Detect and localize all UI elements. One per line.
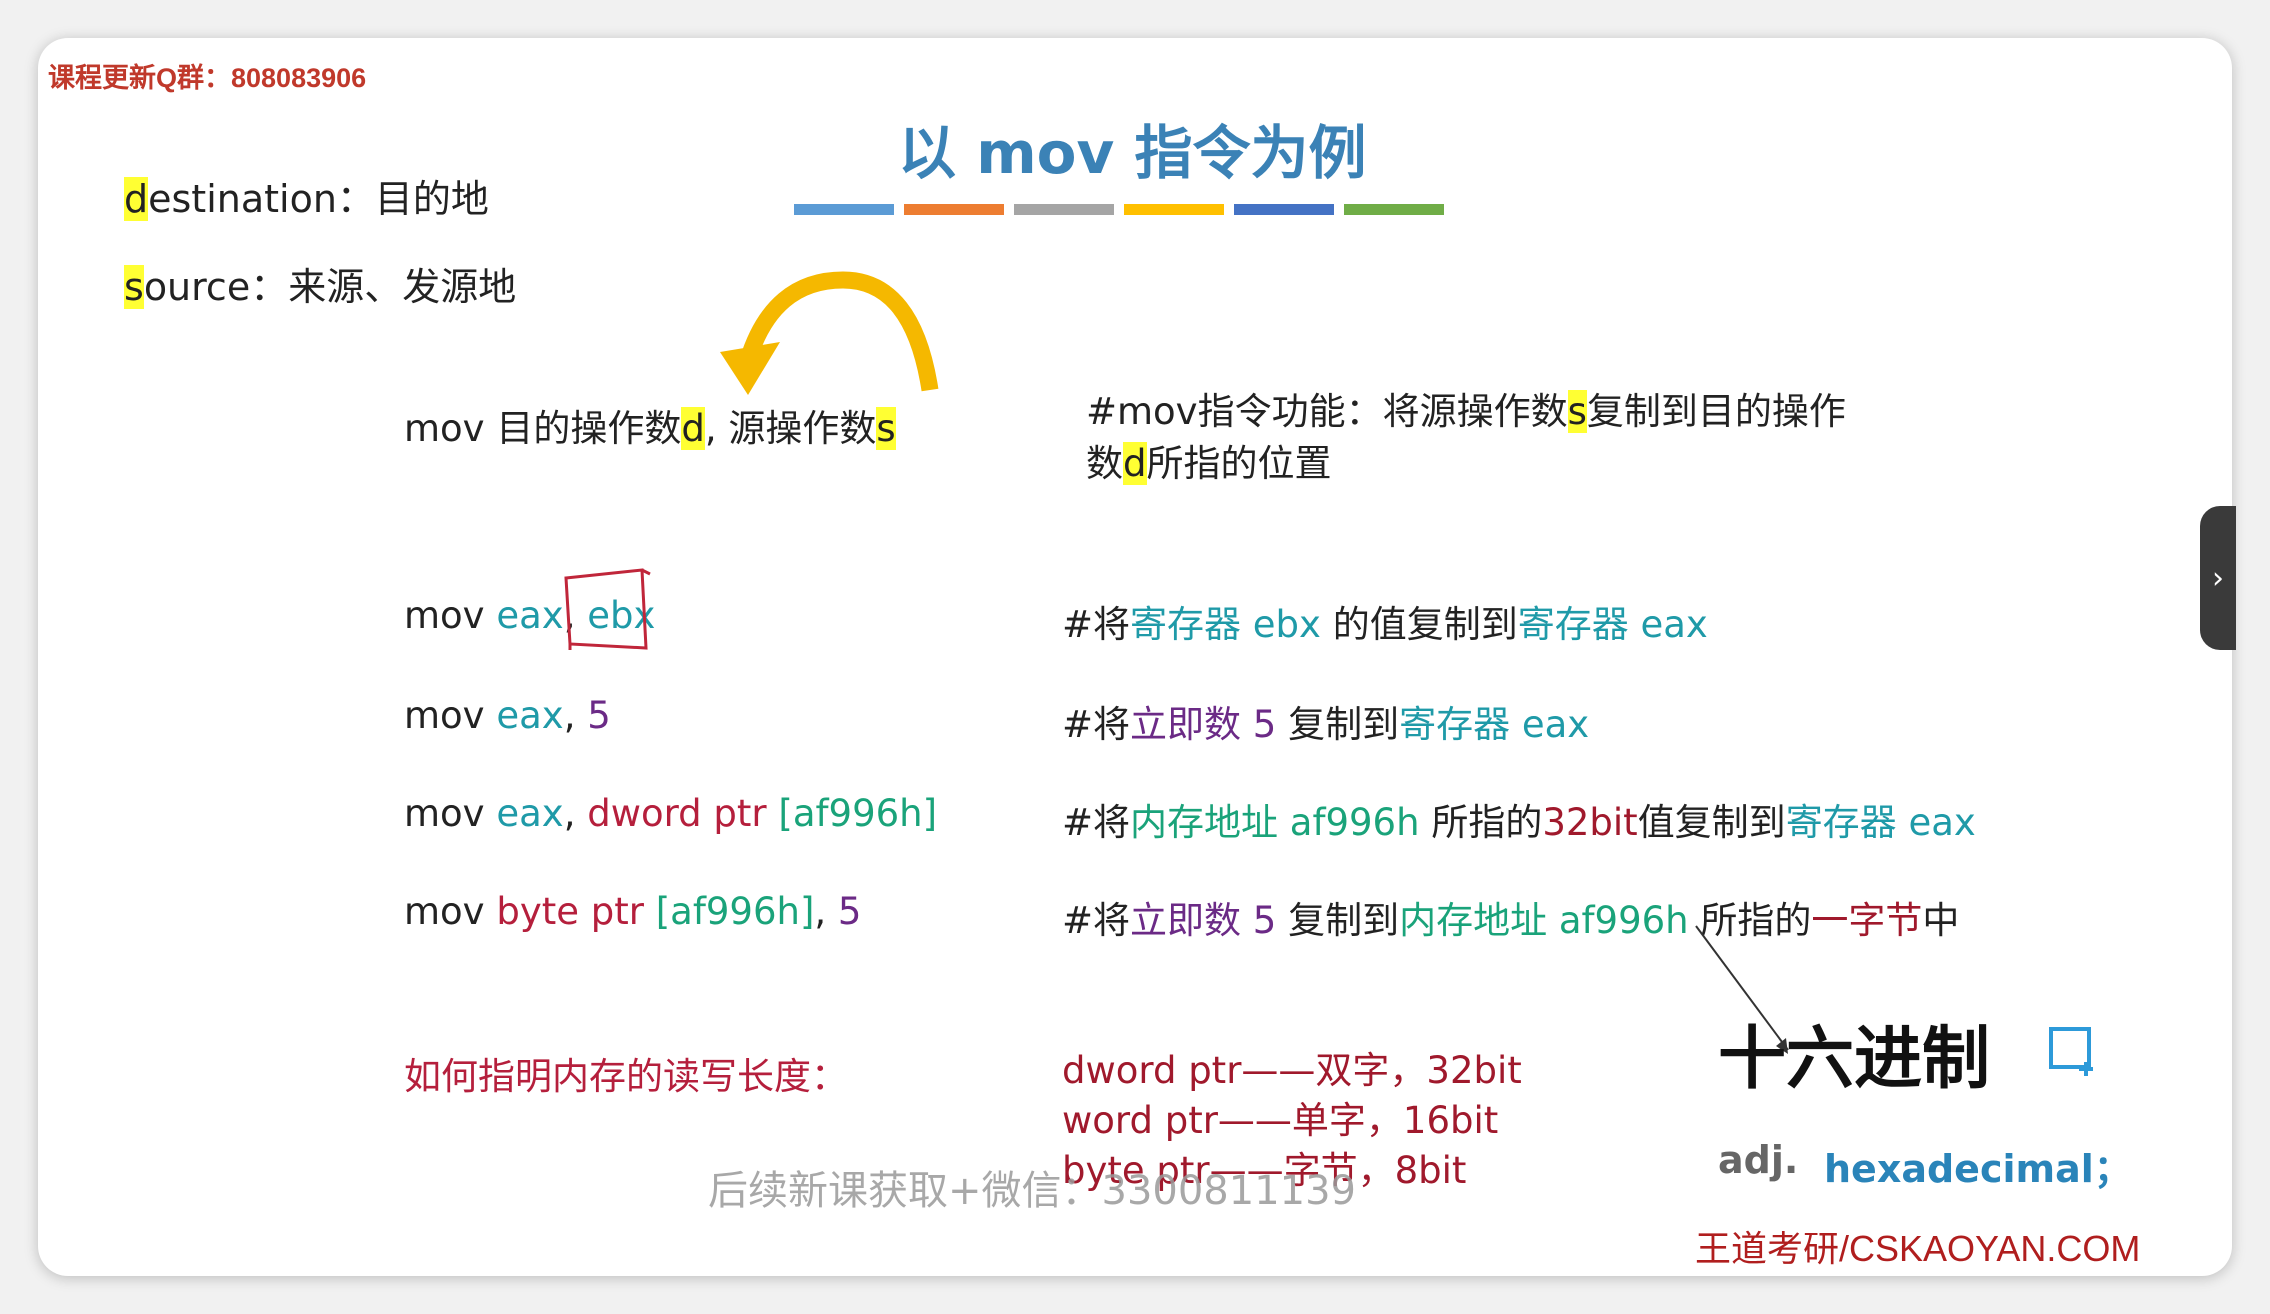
code-comma: , [563,694,588,737]
code-src: 5 [837,890,862,933]
definition-meaning: 来源、发源地 [288,265,517,309]
definition-meaning: 目的地 [374,177,489,221]
code-ptr: byte ptr [496,890,656,933]
title-color-bar [904,204,1004,215]
code-dst: eax [496,792,564,835]
definition-word: ource： [143,265,289,309]
code-addr: [af996h] [655,890,815,933]
length-item: dword ptr——双字，32bit [1062,1049,1522,1092]
title-color-bar [794,204,894,215]
title-color-bar [1124,204,1224,215]
code-line-3: mov eax, dword ptr [af996h] [404,792,937,835]
code-addr: [af996h] [778,792,938,835]
hex-english: hexadecimal； [1824,1147,2132,1191]
note-text: #将 [1062,801,1131,844]
note-text: #mov指令功能：将源操作数 [1086,390,1568,433]
code-mov: mov [404,792,497,835]
note-term: 内存地址 af996h [1130,801,1420,844]
definition-source: source：来源、发源地 [124,256,516,311]
syntax-s: s [876,407,896,450]
note-text: 所指的位置 [1146,442,1332,485]
note-text: 中 [1922,899,1960,942]
note-term: 立即数 5 [1130,703,1277,746]
definition-letter: s [124,265,144,309]
note-term: 寄存器 eax [1785,801,1976,844]
note-term: 32bit [1542,801,1638,844]
definition-word: estination： [148,177,375,221]
brand-footer: 王道考研/CSKAOYAN.COM [1695,1228,2141,1269]
note-text: 复制到目的操作 [1586,390,1846,433]
note-line-3: #将内存地址 af996h 所指的32bit值复制到寄存器 eax [1062,792,1976,846]
slide-title: 以 mov 指令为例 [898,119,1367,187]
code-line-4: mov byte ptr [af996h], 5 [404,890,861,933]
qq-group-label: 课程更新Q群：808083906 [48,63,367,93]
note-text: 数 [1086,442,1123,485]
code-comma: , [814,890,838,933]
note-text: 所指的 [1419,801,1543,844]
note-term: 寄存器 eax [1399,703,1590,746]
mov-syntax: mov 目的操作数d, 源操作数s [404,398,896,452]
note-s: s [1567,390,1587,433]
note-line-1: #将寄存器 ebx 的值复制到寄存器 eax [1062,594,1708,648]
title-color-bar [1014,204,1114,215]
watermark-text: 后续新课获取+微信：3300811139 [708,1168,1357,1214]
code-src: 5 [587,694,611,737]
note-text: 复制到 [1276,703,1400,746]
length-item: word ptr——单字，16bit [1062,1099,1499,1142]
definition-letter: d [124,177,149,221]
note-term: 立即数 5 [1130,899,1277,942]
hand-drawn-box-icon [564,568,651,650]
note-text: 的值复制到 [1320,603,1518,646]
note-term: 寄存器 eax [1517,603,1708,646]
chevron-right-icon: › [2212,560,2224,596]
definition-destination: destination：目的地 [124,168,489,223]
note-term: 一字节 [1811,899,1923,942]
note-term: 寄存器 ebx [1130,603,1321,646]
syntax-text: , 源操作数 [704,407,877,450]
hex-part-of-speech: adj. [1718,1138,1799,1182]
code-ptr: dword ptr [587,792,779,835]
code-dst: eax [496,694,564,737]
note-line-2: #将立即数 5 复制到寄存器 eax [1062,694,1589,748]
curved-arrow-icon [720,271,939,395]
note-text: #将 [1062,899,1131,942]
note-d: d [1123,442,1147,485]
syntax-d: d [681,407,705,450]
length-question: 如何指明内存的读写长度： [404,1055,848,1098]
code-dst: eax [496,594,564,637]
code-line-2: mov eax, 5 [404,694,611,737]
code-comma: , [563,792,588,835]
note-text: 值复制到 [1637,801,1786,844]
slide: 课程更新Q群：808083906 destination：目的地 source：… [38,38,2232,1276]
note-term: 内存地址 af996h [1399,899,1689,942]
mov-function-note: #mov指令功能：将源操作数s复制到目的操作 数d所指的位置 [1086,386,1846,490]
note-text: #将 [1062,603,1131,646]
note-text: #将 [1062,703,1131,746]
note-text: 复制到 [1276,899,1400,942]
note-line-4: #将立即数 5 复制到内存地址 af996h 所指的一字节中 [1062,890,1959,944]
title-color-bar [1344,204,1444,215]
title-color-bar [1234,204,1334,215]
code-mov: mov [404,694,497,737]
syntax-text: mov 目的操作数 [404,407,682,450]
hex-word: 十六进制 [1718,1020,1991,1099]
code-mov: mov [404,594,497,637]
add-note-icon[interactable] [2048,1026,2100,1076]
code-mov: mov [404,890,497,933]
expand-panel-button[interactable]: › [2200,506,2236,650]
